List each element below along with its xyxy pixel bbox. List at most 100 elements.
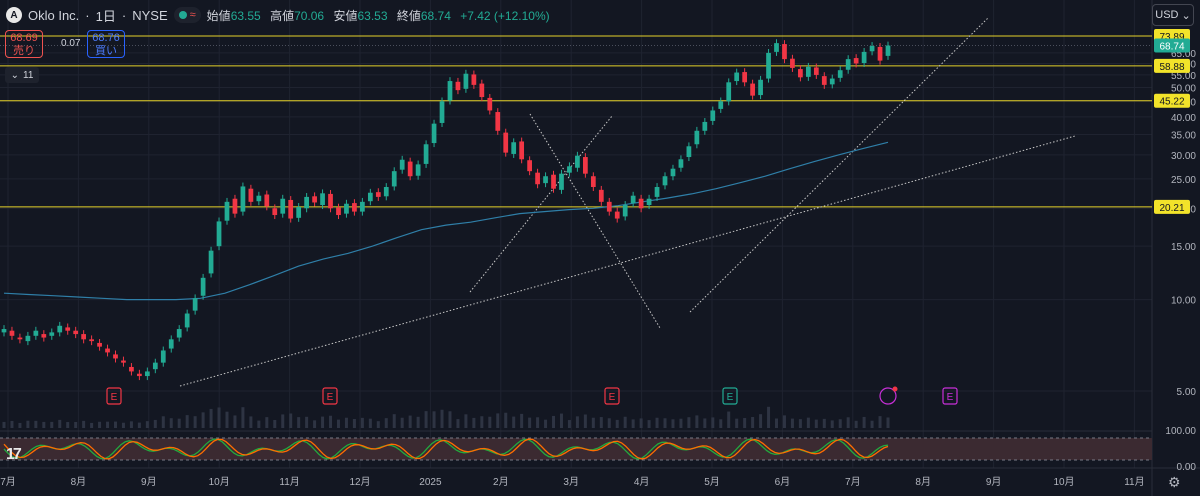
interval-label[interactable]: 1日 [96, 6, 116, 25]
currency-selector[interactable]: USD ⌄ [1152, 4, 1194, 26]
volume-bar [273, 420, 277, 428]
volume-bar [193, 416, 197, 428]
candle [97, 342, 102, 347]
volume-bar [886, 417, 890, 428]
volume-bar [74, 421, 78, 428]
volume-bar [464, 414, 468, 428]
x-tick-label: 7月 [0, 476, 16, 488]
candle [837, 70, 843, 78]
y-tick-label: 5.00 [1177, 387, 1197, 398]
volume-bar [536, 417, 540, 428]
volume-bar [798, 419, 802, 428]
volume-bar [313, 420, 317, 428]
x-tick-label: 8月 [71, 476, 87, 488]
x-tick-label: 2025 [419, 477, 442, 488]
x-tick-label: 6月 [775, 476, 791, 488]
volume-bar [368, 418, 372, 428]
candle [646, 198, 652, 206]
volume-bar [257, 420, 261, 428]
candle [57, 325, 63, 333]
spread-value: 0.07 [61, 38, 81, 49]
symbol-name[interactable]: Oklo Inc. [28, 8, 79, 23]
y-tick-label: 30.00 [1171, 151, 1196, 162]
volume-bar [376, 421, 380, 428]
candle [192, 298, 198, 311]
candle [89, 339, 94, 342]
sell-button[interactable]: 68.69 売り [5, 30, 43, 58]
separator: · [121, 7, 127, 23]
volume-bar [575, 416, 579, 428]
volume-bar [814, 419, 818, 428]
volume-bar [360, 417, 364, 428]
volume-bar [870, 420, 874, 428]
candle [256, 195, 262, 202]
volume-bar [336, 419, 340, 428]
volume-bar [687, 417, 691, 428]
volume-bar [145, 421, 149, 428]
settings-gear-icon[interactable]: ⚙ [1168, 474, 1181, 491]
volume-bar [631, 419, 635, 428]
volume-bar [671, 419, 675, 428]
x-tick-label: 11月 [1124, 476, 1144, 488]
volume-bar [512, 416, 516, 428]
candle [630, 195, 636, 204]
trend-line [179, 135, 1076, 387]
volume-bar [400, 417, 404, 428]
volume-bar [289, 413, 293, 428]
candle [487, 97, 493, 111]
candle [184, 313, 190, 328]
candle [606, 201, 612, 212]
candle [328, 193, 333, 209]
volume-bar [384, 418, 388, 428]
candle [543, 176, 548, 184]
volume-bar [862, 416, 866, 428]
candle [407, 161, 413, 177]
volume-bar [169, 418, 173, 428]
candle [288, 199, 294, 219]
volume-bar [607, 418, 611, 428]
candle [9, 330, 15, 336]
x-tick-label: 2月 [493, 476, 509, 488]
earnings-marker-label: E [727, 392, 734, 403]
volume-bar [448, 411, 452, 428]
y-tick-label: 15.00 [1171, 242, 1196, 253]
candle [885, 45, 891, 56]
ohlc-values: 始値63.55 高値70.06 安値63.53 終値68.74 +7.42 (+… [206, 8, 550, 23]
buy-button[interactable]: 68.76 買い [87, 30, 125, 58]
volume-bar [583, 414, 587, 428]
candle [567, 166, 572, 173]
candle [662, 176, 668, 186]
candle [718, 101, 724, 109]
candle [559, 173, 564, 190]
candle [352, 203, 357, 212]
indicators-toggle[interactable]: ⌄ 11 [5, 67, 39, 83]
volume-bar [488, 416, 492, 428]
candle [471, 74, 477, 85]
x-tick-label: 3月 [563, 476, 579, 488]
volume-bar [711, 417, 715, 428]
volume-bar [743, 418, 747, 428]
notification-dot [892, 386, 898, 392]
market-status-pill[interactable]: ≈ [173, 7, 201, 23]
volume-bar [18, 422, 22, 428]
earnings-marker-label: E [111, 392, 118, 403]
volume-bar [233, 415, 237, 428]
volume-bar [782, 415, 786, 428]
volume-bar [695, 415, 699, 428]
x-tick-label: 9月 [141, 476, 157, 488]
chevron-down-icon: ⌄ [1181, 9, 1191, 22]
volume-bar [703, 418, 707, 428]
volume-bar [201, 412, 205, 428]
volume-bar [344, 417, 348, 428]
x-tick-label: 11月 [279, 476, 299, 488]
volume-bar [854, 420, 858, 428]
volume-bar [153, 419, 157, 428]
tradingview-logo[interactable]: 17 [6, 446, 22, 464]
x-tick-label: 9月 [986, 476, 1002, 488]
volume-bar [416, 416, 420, 428]
price-chart[interactable]: 5.0010.0015.0020.0025.0030.0035.0040.004… [0, 0, 1200, 496]
candle [758, 79, 763, 96]
volume-bar [42, 421, 46, 428]
volume-bar [456, 419, 460, 428]
volume-bar [480, 416, 484, 428]
